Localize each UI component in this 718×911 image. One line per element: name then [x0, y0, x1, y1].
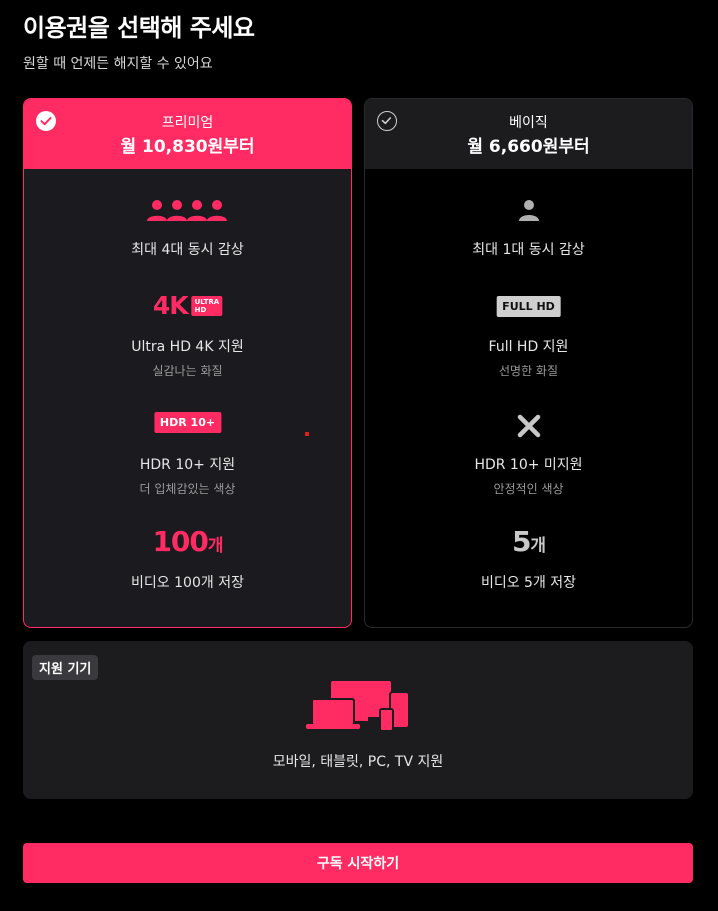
feature-hdr: HDR 10+ 미지원 안정적인 색상 [365, 454, 692, 497]
badge-ultra-text: ULTRA [194, 297, 220, 306]
x-icon [516, 413, 542, 443]
plan-card-basic[interactable]: 베이직 월 6,660원부터 최대 1대 동시 감상 FULL HD Full … [364, 98, 693, 628]
feature-main-text: Full HD 지원 [488, 339, 569, 355]
feature-hdr: HDR 10+ 지원 더 입체감있는 색상 [24, 454, 351, 497]
4k-ultra-hd-badge: 4K ULTRA HD [152, 291, 223, 320]
download-count: 100개 [152, 525, 224, 558]
feature-sub-text: 더 입체감있는 색상 [139, 482, 236, 496]
feature-quality: Full HD 지원 선명한 화질 [365, 336, 692, 379]
four-people-icon [146, 199, 230, 227]
plan-price: 월 10,830원부터 [120, 137, 255, 157]
plan-header: 프리미엄 월 10,830원부터 [24, 99, 351, 169]
supported-devices-panel: 지원 기기 모바일, 태블릿, PC, TV 지원 [23, 641, 693, 799]
badge-ultra-hd-label: ULTRA HD [191, 295, 223, 316]
single-person-icon [517, 199, 541, 227]
feature-quality: Ultra HD 4K 지원 실감나는 화질 [24, 336, 351, 379]
feature-sub-text: 안정적인 색상 [493, 482, 564, 496]
plan-name: 프리미엄 [161, 115, 214, 131]
marker-dot [305, 432, 309, 436]
feature-downloads: 비디오 100개 저장 [24, 572, 351, 592]
feature-main-text: 비디오 100개 저장 [131, 575, 244, 591]
count-unit: 개 [207, 536, 224, 556]
feature-main-text: 비디오 5개 저장 [480, 575, 577, 591]
feature-main-text: HDR 10+ 지원 [139, 457, 236, 473]
feature-main-text: 최대 4대 동시 감상 [131, 242, 244, 258]
badge-hd-text: HD [194, 305, 207, 314]
badge-4k-text: 4K [152, 291, 189, 320]
devices-icon [306, 679, 410, 737]
full-hd-badge: FULL HD [496, 296, 561, 317]
count-number: 5 [511, 525, 532, 558]
feature-main-text: Ultra HD 4K 지원 [131, 339, 244, 355]
plan-name: 베이직 [509, 115, 548, 131]
plan-header: 베이직 월 6,660원부터 [365, 99, 692, 169]
feature-sub-text: 실감나는 화질 [152, 364, 223, 378]
devices-text: 모바일, 태블릿, PC, TV 지원 [272, 754, 444, 770]
download-count: 5개 [511, 525, 546, 558]
devices-tag: 지원 기기 [32, 655, 99, 680]
plan-price: 월 6,660원부터 [467, 137, 590, 157]
feature-streams: 최대 4대 동시 감상 [24, 239, 351, 259]
subscribe-button[interactable]: 구독 시작하기 [23, 843, 693, 883]
feature-main-text: 최대 1대 동시 감상 [472, 242, 585, 258]
feature-streams: 최대 1대 동시 감상 [365, 239, 692, 259]
feature-sub-text: 선명한 화질 [498, 364, 558, 378]
count-unit: 개 [530, 536, 546, 556]
feature-main-text: HDR 10+ 미지원 [474, 457, 583, 473]
count-number: 100 [152, 525, 208, 558]
page-subtitle: 원할 때 언제든 해지할 수 있어요 [23, 56, 213, 72]
page-title: 이용권을 선택해 주세요 [23, 14, 255, 42]
feature-downloads: 비디오 5개 저장 [365, 572, 692, 592]
plan-card-premium[interactable]: 프리미엄 월 10,830원부터 최대 4대 동시 감상 4K ULTRA HD… [23, 98, 352, 628]
hdr10plus-badge: HDR 10+ [153, 412, 222, 433]
